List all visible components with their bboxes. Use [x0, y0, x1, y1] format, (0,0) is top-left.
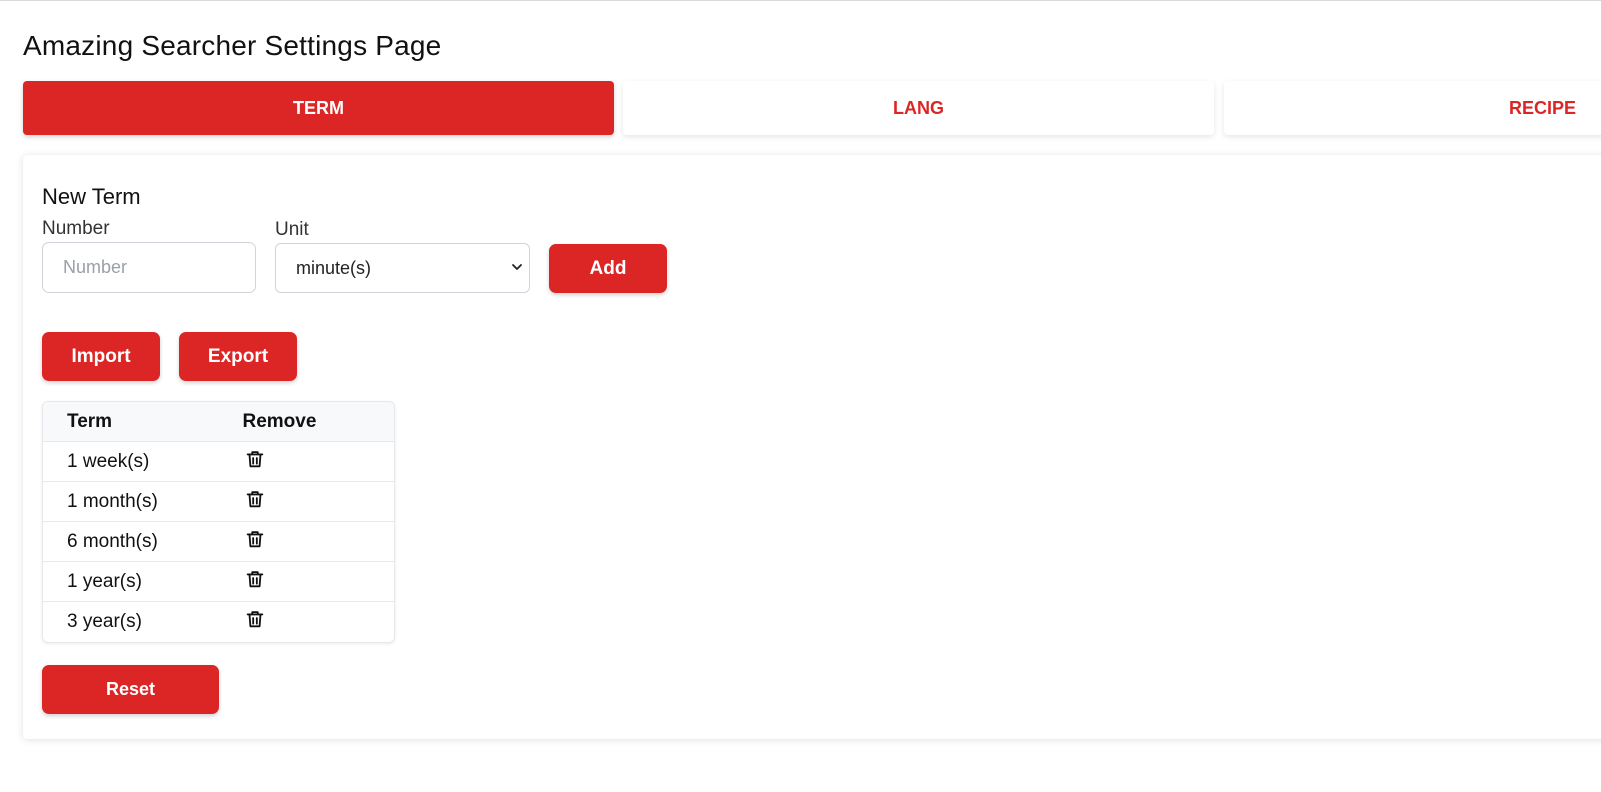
new-term-title: New Term: [42, 184, 141, 209]
number-input[interactable]: [42, 242, 256, 293]
term-table: Term Remove 1 week(s) 1 month(s) 6 month…: [42, 401, 395, 643]
remove-cell: [219, 568, 395, 596]
term-cell: 3 year(s): [67, 611, 142, 632]
export-button[interactable]: Export: [179, 332, 297, 381]
table-row: 1 year(s): [43, 562, 394, 602]
term-cell: 1 month(s): [67, 490, 158, 512]
page-title: Amazing Searcher Settings Page: [23, 30, 442, 61]
import-button[interactable]: Import: [42, 332, 160, 381]
unit-select-value: minute(s): [296, 257, 372, 278]
remove-cell: [219, 608, 395, 636]
trash-icon[interactable]: [244, 608, 266, 630]
top-divider: [0, 0, 1601, 1]
trash-icon[interactable]: [244, 568, 266, 590]
tab-term[interactable]: TERM: [23, 81, 614, 135]
term-cell: 1 year(s): [67, 570, 142, 592]
tab-lang[interactable]: LANG: [623, 81, 1214, 135]
unit-label: Unit: [275, 219, 309, 240]
number-label: Number: [42, 218, 110, 239]
reset-button[interactable]: Reset: [42, 665, 219, 714]
term-cell: 6 month(s): [67, 530, 158, 552]
term-cell: 1 week(s): [67, 450, 150, 472]
tab-bar: TERM LANG RECIPE: [23, 81, 1601, 135]
chevron-down-icon: [512, 264, 522, 270]
remove-cell: [219, 528, 395, 556]
term-column-header: Term: [67, 410, 113, 432]
remove-cell: [219, 448, 395, 476]
remove-column-header: Remove: [242, 410, 317, 432]
trash-icon[interactable]: [244, 488, 266, 510]
tab-recipe[interactable]: RECIPE: [1224, 81, 1601, 135]
trash-icon[interactable]: [244, 448, 266, 470]
table-row: 3 year(s): [43, 602, 394, 642]
unit-select[interactable]: minute(s): [275, 243, 530, 293]
table-row: 6 month(s): [43, 522, 394, 562]
table-header: Term Remove: [43, 402, 394, 442]
remove-cell: [219, 488, 395, 516]
term-settings-panel: New Term Number Unit minute(s) Add Impor…: [23, 155, 1601, 739]
trash-icon[interactable]: [244, 528, 266, 550]
add-term-button[interactable]: Add: [549, 244, 667, 293]
table-row: 1 week(s): [43, 442, 394, 482]
table-row: 1 month(s): [43, 482, 394, 522]
